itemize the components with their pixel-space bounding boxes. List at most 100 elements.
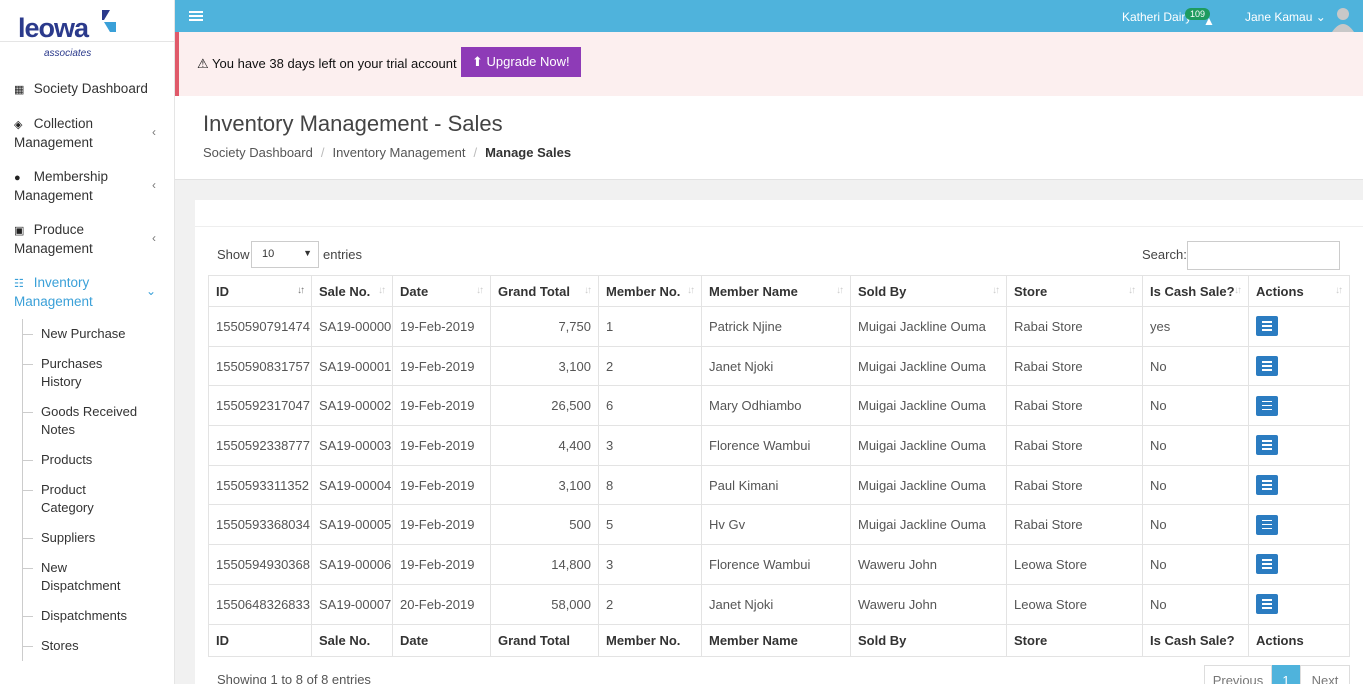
warning-icon: ⚠ [197, 56, 209, 71]
breadcrumb-society-dashboard[interactable]: Society Dashboard [203, 145, 313, 160]
table-header-row: ID ↓↑ Sale No. ↓↑ Date ↓↑ Grand Total ↓↑ Member … [208, 275, 1350, 307]
page-title: Inventory Management - Sales [203, 111, 503, 136]
table-cell: 20-Feb-2019 [392, 583, 491, 625]
table-cell: Rabai Store [1006, 306, 1143, 347]
menu-toggle-icon[interactable] [189, 11, 203, 21]
user-menu[interactable]: Jane Kamau ⌄ [1245, 10, 1326, 24]
previous-page-button[interactable]: Previous [1204, 665, 1272, 684]
table-cell: Rabai Store [1006, 464, 1143, 506]
table-cell: No [1142, 544, 1249, 585]
table-cell: 19-Feb-2019 [392, 504, 491, 546]
submenu-item-stores[interactable]: Stores [23, 631, 174, 661]
submenu-label: Suppliers [41, 530, 96, 545]
column-header[interactable]: Member No. ↓↑ [598, 275, 702, 307]
view-details-icon[interactable] [1256, 514, 1278, 535]
sidebar-item-produce-management[interactable]: ▣ Produce Management ‹ [0, 213, 174, 266]
table-cell: yes [1142, 306, 1249, 347]
column-header[interactable]: Date ↓↑ [392, 275, 491, 307]
table-cell: Waweru John [850, 583, 1007, 625]
avatar[interactable] [1332, 6, 1354, 32]
table-row: 1550648326833 SA19-00007 20-Feb-2019 58,000… [208, 583, 1350, 625]
actions-cell [1248, 425, 1350, 466]
column-header[interactable]: ID ↓↑ [208, 275, 312, 307]
table-cell: 19-Feb-2019 [392, 425, 491, 466]
sidebar-item-membership-management[interactable]: ● Membership Management ‹ [0, 160, 174, 213]
upgrade-now-button[interactable]: ⬆ Upgrade Now! [461, 47, 581, 77]
sort-icon: ↓↑ [836, 285, 844, 296]
column-header-label: Grand Total [498, 283, 570, 299]
submenu-item-new-dispatchment[interactable]: New Dispatchment [23, 553, 174, 601]
table-cell: Muigai Jackline Ouma [850, 425, 1007, 466]
next-page-button[interactable]: Next [1300, 665, 1350, 684]
view-details-icon[interactable] [1256, 554, 1278, 575]
search-input[interactable] [1187, 241, 1340, 270]
page-header: Inventory Management - Sales Society Das… [175, 96, 1363, 180]
breadcrumb-current: Manage Sales [485, 145, 572, 160]
bell-icon[interactable]: ▲ [1203, 14, 1215, 28]
table-row: 1550592338777 SA19-00003 19-Feb-2019 4,400 3… [208, 425, 1350, 466]
table-row: 1550593368034 SA19-00005 19-Feb-2019 500 5 Hv… [208, 504, 1350, 546]
view-details-icon[interactable] [1256, 475, 1278, 496]
sidebar-item-society-dashboard[interactable]: ▦ Society Dashboard [0, 72, 174, 107]
table-cell: Rabai Store [1006, 385, 1143, 427]
sidebar-item-label: Membership [33, 169, 109, 184]
table-cell: 1550590791474 [208, 306, 312, 347]
column-header[interactable]: Is Cash Sale? ↓↑ [1142, 275, 1249, 307]
table-cell: No [1142, 385, 1249, 427]
actions-cell [1248, 504, 1350, 546]
sort-icon: ↓↑ [1234, 285, 1242, 296]
view-details-icon[interactable] [1256, 356, 1278, 377]
table-cell: SA19-00006 [311, 544, 393, 585]
column-footer: Grand Total [490, 623, 599, 657]
sort-icon: ↓↑ [992, 285, 1000, 296]
actions-cell [1248, 464, 1350, 506]
chevron-down-icon: ⌄ [145, 284, 156, 298]
sidebar-item-label: Management [14, 188, 93, 203]
submenu-item-goods-received-notes[interactable]: Goods Received Notes [23, 397, 174, 445]
table-cell: Rabai Store [1006, 504, 1143, 546]
view-details-icon[interactable] [1256, 594, 1278, 615]
organization-name[interactable]: Katheri Dairy [1122, 10, 1191, 24]
column-header[interactable]: Sale No. ↓↑ [311, 275, 393, 307]
table-cell: 500 [490, 504, 599, 546]
sidebar-item-label: Collection [33, 116, 94, 131]
page-1-button[interactable]: 1 [1272, 665, 1300, 684]
submenu-item-products[interactable]: Products [23, 445, 174, 475]
view-details-icon[interactable] [1256, 316, 1278, 337]
table-cell: Muigai Jackline Ouma [850, 385, 1007, 427]
table-row: 1550592317047 SA19-00002 19-Feb-2019 26,500… [208, 385, 1350, 427]
breadcrumb: Society Dashboard / Inventory Management / M… [203, 145, 572, 160]
submenu-label: Stores [41, 638, 79, 653]
column-header[interactable]: Grand Total ↓↑ [490, 275, 599, 307]
upgrade-label: Upgrade Now! [486, 54, 570, 69]
view-details-icon[interactable] [1256, 435, 1278, 456]
user-name: Jane Kamau [1245, 10, 1313, 24]
sort-icon: ↓↑ [1335, 285, 1343, 296]
sort-icon: ↓↑ [378, 285, 386, 296]
submenu-item-product-category[interactable]: Product Category [23, 475, 174, 523]
column-header[interactable]: Store ↓↑ [1006, 275, 1143, 307]
table-cell: 1550593368034 [208, 504, 312, 546]
id-card-icon: ▣ [14, 225, 25, 237]
column-footer: Member No. [598, 623, 702, 657]
column-header[interactable]: Member Name ↓↑ [701, 275, 851, 307]
entries-length-select[interactable]: 10 ▼ [251, 241, 319, 268]
sidebar-item-collection-management[interactable]: ◈ Collection Management ‹ [0, 107, 174, 160]
submenu-item-new-purchase[interactable]: New Purchase [23, 319, 174, 349]
logo[interactable]: leowa associates [0, 0, 174, 59]
column-header[interactable]: Actions ↓↑ [1248, 275, 1350, 307]
submenu-item-suppliers[interactable]: Suppliers [23, 523, 174, 553]
table-cell: 1550590831757 [208, 345, 312, 387]
submenu-label: History [41, 374, 82, 389]
table-info: Showing 1 to 8 of 8 entries [217, 672, 371, 684]
breadcrumb-inventory-management[interactable]: Inventory Management [332, 145, 465, 160]
sidebar-item-inventory-management[interactable]: ☷ Inventory Management ⌄ [0, 266, 174, 319]
table-cell: Waweru John [850, 544, 1007, 585]
column-header[interactable]: Sold By ↓↑ [850, 275, 1007, 307]
submenu-item-purchases-history[interactable]: Purchases History [23, 349, 174, 397]
view-details-icon[interactable] [1256, 395, 1278, 416]
sort-icon: ↓↑ [476, 285, 484, 296]
chevron-left-icon: ‹ [152, 178, 156, 192]
submenu-item-dispatchments[interactable]: Dispatchments [23, 601, 174, 631]
show-label: Show [217, 247, 250, 262]
